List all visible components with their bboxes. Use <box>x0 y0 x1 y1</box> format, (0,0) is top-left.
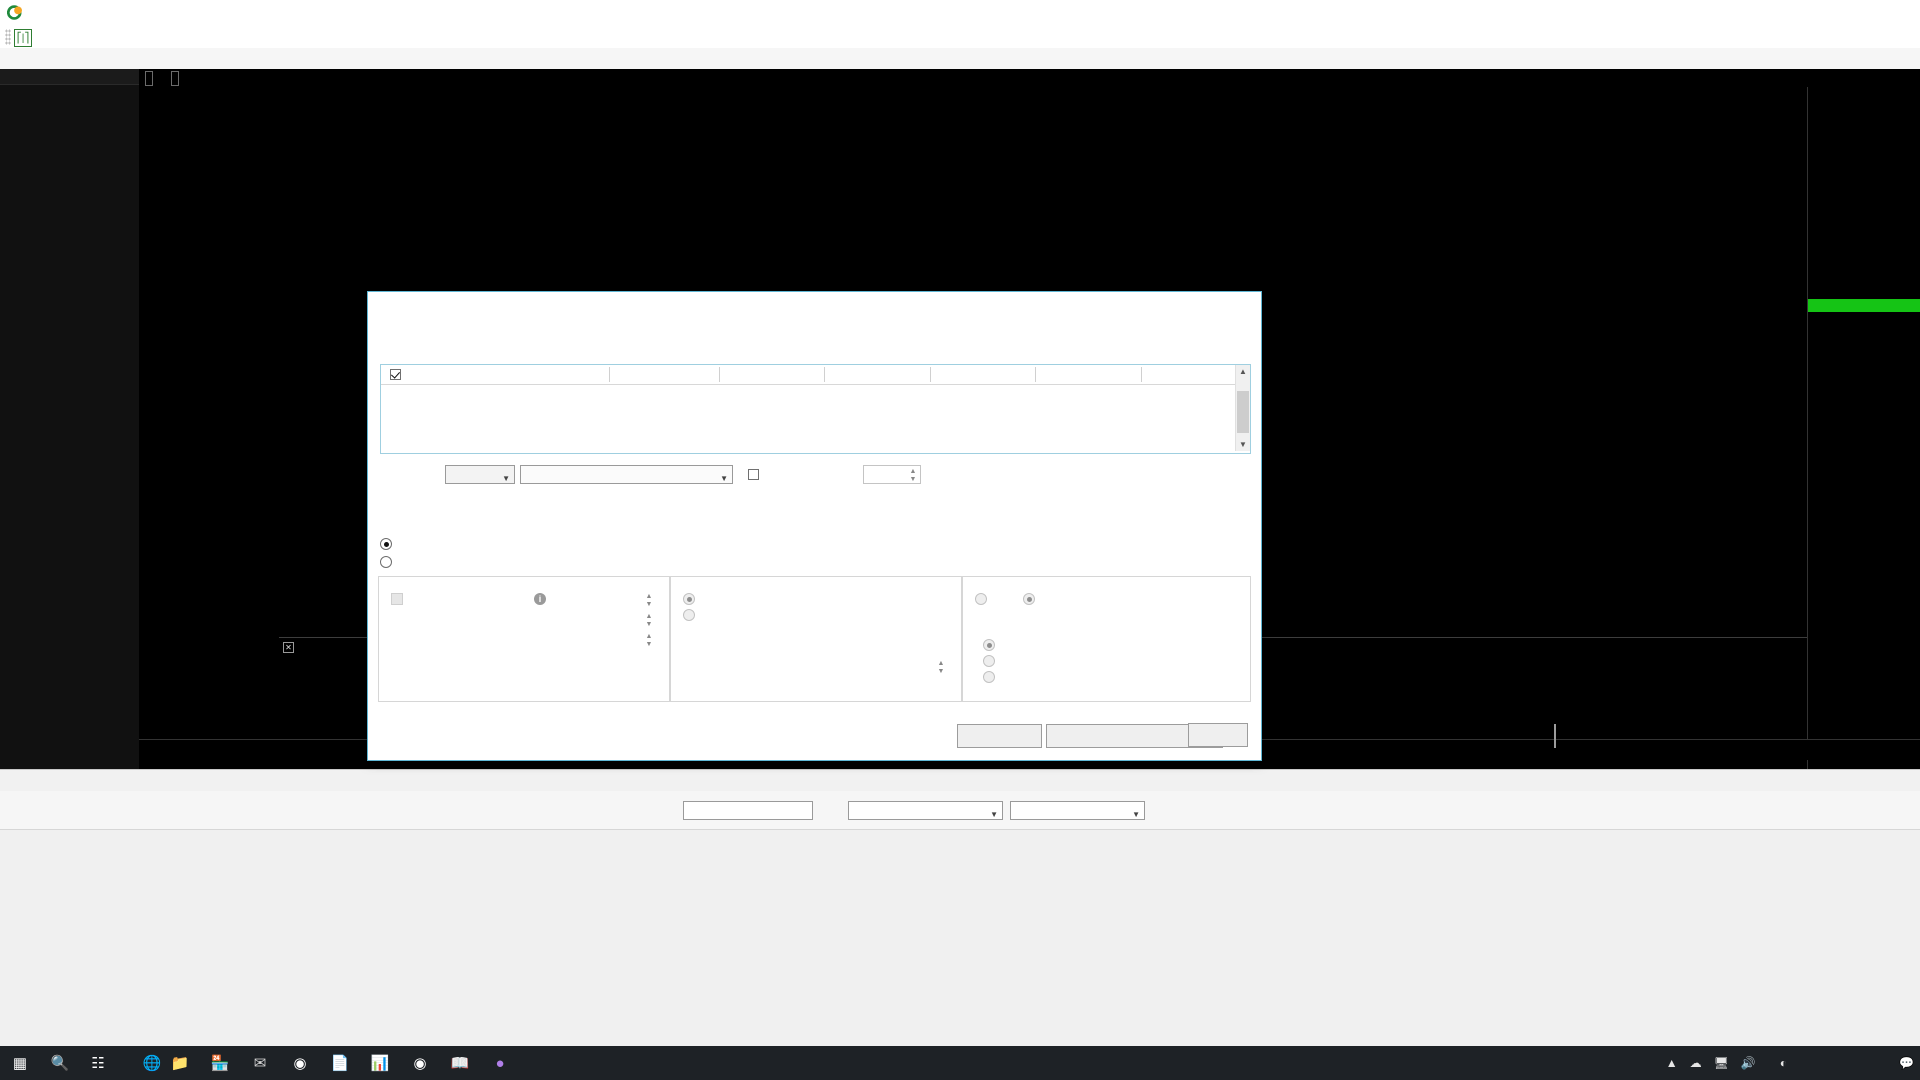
menu-items <box>32 26 152 48</box>
menu-bar: ⎡|⎤ <box>0 26 1920 49</box>
tab-nav-prev-icon[interactable] <box>159 773 174 789</box>
cancel-button[interactable] <box>1188 723 1248 747</box>
volume-pane-header: ✕ <box>283 641 306 653</box>
document-icon[interactable]: 📄 <box>328 1051 352 1075</box>
symbol-interval-input[interactable] <box>683 801 813 820</box>
use-limitation-checkbox[interactable] <box>748 469 759 480</box>
volume-close-icon[interactable]: ✕ <box>283 642 294 653</box>
optimize-mode-select[interactable]: ▼ <box>445 465 515 484</box>
chart-tag-vp[interactable] <box>171 71 179 86</box>
application-window: ⎡|⎤ ✕ ▼ ▼ ▦ 🔍 ☷ 🌐 📁 🏪 ✉ ◉ 📄 📊 ◉ 📖 ● ▲ ☁ … <box>0 0 1920 1080</box>
set-population-checkbox[interactable] <box>391 593 403 605</box>
chevron-down-icon: ▼ <box>990 810 998 819</box>
interval-select[interactable]: ▼ <box>848 801 1003 820</box>
menu-window[interactable] <box>112 35 132 39</box>
tray-volume-icon[interactable]: 🔊 <box>1735 1056 1762 1070</box>
window-controls <box>1782 0 1920 26</box>
chevron-down-icon-2: ▼ <box>1132 810 1140 819</box>
mutation-spinner[interactable]: ▲ ▼ <box>645 633 653 649</box>
limitation-value-input[interactable]: ▲ ▼ <box>863 465 921 484</box>
previous-button[interactable] <box>957 724 1042 748</box>
excel-icon[interactable]: 📊 <box>368 1051 392 1075</box>
menu-grip-handle[interactable] <box>5 29 11 45</box>
tab-nav-last-icon[interactable] <box>191 773 206 789</box>
workspace-tab-bar <box>0 769 1920 793</box>
multicharts-icon[interactable]: ● <box>488 1051 512 1075</box>
population-spinner[interactable]: ▲ ▼ <box>645 593 653 609</box>
info-icon[interactable]: i <box>534 593 546 605</box>
data-window-panel <box>0 69 139 769</box>
close-button[interactable] <box>1874 0 1920 26</box>
chrome-icon-2[interactable]: ◉ <box>408 1051 432 1075</box>
blank-select[interactable]: ▼ <box>1010 801 1145 820</box>
windows-taskbar: ▦ 🔍 ☷ 🌐 📁 🏪 ✉ ◉ 📄 📊 ◉ 📖 ● ▲ ☁ 🖥 🔊 ◐ 💬 <box>0 1046 1920 1080</box>
radio-parent[interactable] <box>983 655 995 667</box>
file-explorer-icon[interactable]: 📁 <box>168 1051 192 1075</box>
tab-nav-next-icon[interactable] <box>175 773 190 789</box>
app-logo-icon <box>7 5 22 20</box>
menu-file[interactable] <box>32 35 52 39</box>
grid-header-checkbox[interactable] <box>390 369 401 380</box>
optimizable-inputs-grid[interactable]: ▲ ▼ <box>380 364 1251 454</box>
mail-icon[interactable]: ✉ <box>248 1051 272 1075</box>
minimize-button[interactable] <box>1782 0 1828 26</box>
dialog-close-icon[interactable] <box>1229 294 1259 318</box>
group-genetic-subtype <box>962 576 1251 702</box>
radio-genetic[interactable] <box>380 556 392 568</box>
group-basic-genetic-params: i ▲ ▼ ▲ ▼ ▲ ▼ <box>378 576 670 702</box>
tray-expand-icon[interactable]: ▲ <box>1660 1056 1684 1070</box>
max-generations-spinner[interactable]: ▲ ▼ <box>937 660 945 676</box>
drawing-toolbar: ▼ ▼ <box>0 791 1920 830</box>
price-scale[interactable] <box>1807 87 1920 769</box>
tray-network-icon[interactable]: ◐ <box>1774 1056 1793 1070</box>
radio-basic[interactable] <box>975 593 987 605</box>
menu-help[interactable] <box>132 35 152 39</box>
title-bar <box>0 0 1920 27</box>
grid-header-row <box>381 365 1250 385</box>
radio-worst[interactable] <box>983 639 995 651</box>
scroll-up-icon[interactable]: ▲ <box>1236 365 1250 378</box>
tray-display-icon[interactable]: 🖥 <box>1708 1056 1735 1070</box>
edge-icon[interactable]: 🌐 <box>140 1051 164 1075</box>
chart-tag-sa[interactable] <box>145 71 153 86</box>
menu-insert[interactable] <box>72 35 92 39</box>
chevron-down-icon-metric: ▼ <box>720 474 728 483</box>
optimize-metric-select[interactable]: ▼ <box>520 465 733 484</box>
chrome-active-icon[interactable]: ◉ <box>288 1051 312 1075</box>
grid-scrollbar[interactable]: ▲ ▼ <box>1235 365 1250 451</box>
data-window-header <box>0 69 139 85</box>
menu-view[interactable] <box>52 35 72 39</box>
radio-exhaustive[interactable] <box>380 538 392 550</box>
group-convergence-type: ▲ ▼ <box>670 576 962 702</box>
tray-notification-icon[interactable]: 💬 <box>1893 1056 1920 1070</box>
store-icon[interactable]: 🏪 <box>208 1051 232 1075</box>
chevron-down-icon-mode: ▼ <box>502 474 510 483</box>
optimization-settings-dialog: ▲ ▼ ▼ ▼ ▲ ▼ i ▲ ▼ ▲ ▼ ▲ ▼ ▲ ▼ <box>367 291 1556 761</box>
chart-logo-icon: ⎡|⎤ <box>14 29 32 47</box>
crossover-spinner[interactable]: ▲ ▼ <box>645 613 653 629</box>
radio-number-of-generations[interactable] <box>683 593 695 605</box>
scrollbar-thumb[interactable] <box>1237 391 1249 433</box>
tray-onedrive-icon[interactable]: ☁ <box>1684 1056 1708 1070</box>
reader-icon[interactable]: 📖 <box>448 1051 472 1075</box>
search-icon[interactable]: 🔍 <box>48 1051 72 1075</box>
radio-proximal-convergence[interactable] <box>683 609 695 621</box>
price-highlight-current <box>1808 299 1920 312</box>
system-tray: ▲ ☁ 🖥 🔊 ◐ 💬 <box>1660 1046 1920 1080</box>
radio-random[interactable] <box>983 671 995 683</box>
chart-subheader <box>139 69 1920 87</box>
restore-button[interactable] <box>1828 0 1874 26</box>
menu-format[interactable] <box>92 35 112 39</box>
radio-incremental[interactable] <box>1023 593 1035 605</box>
limitation-spinner[interactable]: ▲ ▼ <box>909 468 917 484</box>
task-view-icon[interactable]: ☷ <box>86 1051 110 1075</box>
tab-nav-first-icon[interactable] <box>143 773 158 789</box>
status-bar <box>0 829 1920 852</box>
scroll-down-icon[interactable]: ▼ <box>1236 438 1250 451</box>
start-button-icon[interactable]: ▦ <box>8 1051 32 1075</box>
